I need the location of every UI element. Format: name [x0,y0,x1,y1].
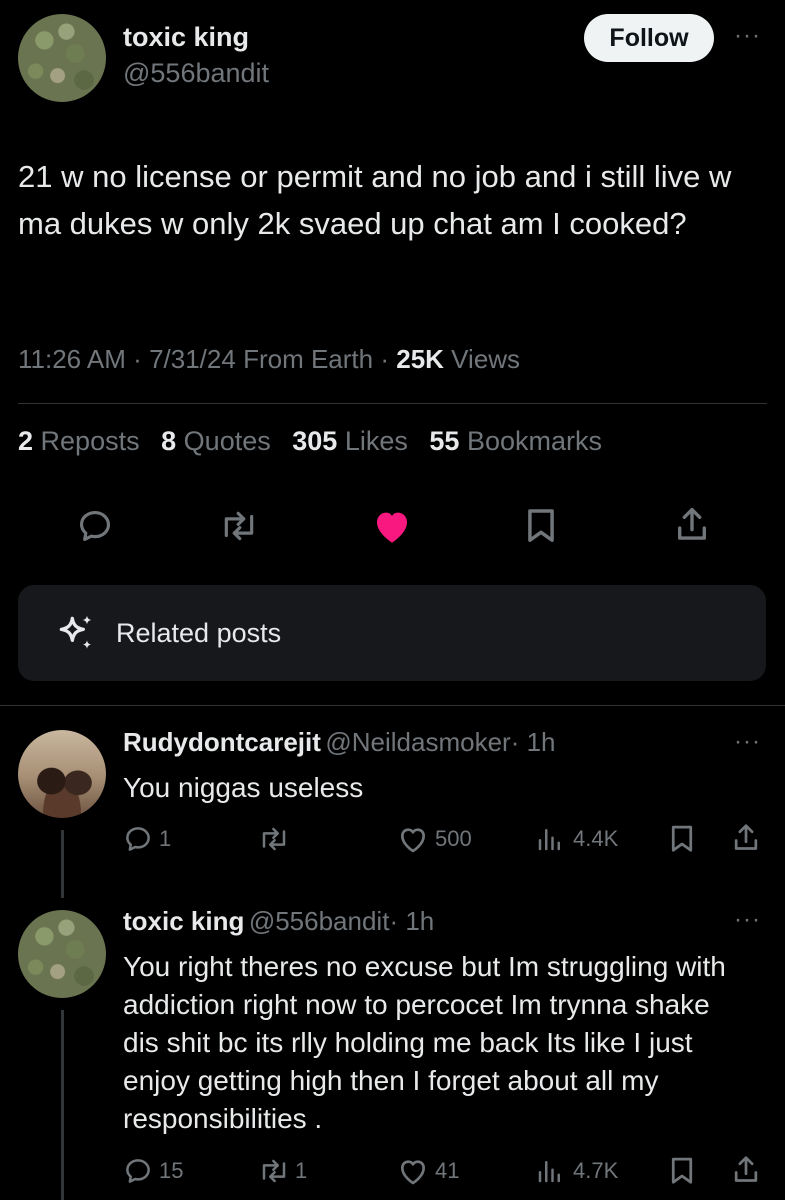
post-stats: 2 Reposts 8 Quotes 305 Likes 55 Bookmark… [18,426,616,457]
reply-more-icon[interactable]: ··· [734,906,761,934]
views-icon[interactable]: 4.7K [535,1156,618,1186]
like-count: 500 [435,826,472,851]
reply-avatar[interactable] [18,730,106,818]
share-icon[interactable] [731,1154,761,1186]
related-posts-label: Related posts [116,618,282,648]
repost-icon[interactable] [218,507,260,545]
reply-avatar[interactable] [18,910,106,998]
likes-stat[interactable]: 305 Likes [292,426,408,456]
like-icon[interactable] [372,507,412,545]
quotes-stat[interactable]: 8 Quotes [161,426,271,456]
like-icon[interactable]: 500 [397,824,472,854]
share-icon[interactable] [731,822,761,854]
reply-icon[interactable] [76,507,114,545]
repost-count: 1 [295,1158,308,1183]
author-handle[interactable]: @556bandit [123,58,269,89]
reply-age: · 1h [510,727,556,757]
reply-header: Rudydontcarejit @Neildasmoker· 1h [123,727,556,758]
reply-author-handle[interactable]: @556bandit [249,906,390,936]
related-posts-card[interactable]: Related posts [18,585,766,681]
bookmark-icon[interactable] [669,824,695,854]
reply-text: You niggas useless [123,772,364,803]
reply-age: · 1h [389,906,435,936]
post-date[interactable]: 7/31/24 [149,344,236,374]
reply-author-name[interactable]: Rudydontcarejit [123,727,321,757]
views-icon[interactable]: 4.4K [535,824,618,854]
reply-author-handle[interactable]: @Neildasmoker [325,727,510,757]
views-count: 4.4K [573,826,619,851]
bookmarks-stat[interactable]: 55 Bookmarks [429,426,602,456]
repost-icon[interactable] [257,824,295,854]
post-text: 21 w no license or permit and no job and… [18,159,732,241]
reposts-stat[interactable]: 2 Reposts [18,426,140,456]
repost-icon[interactable]: 1 [257,1156,307,1186]
like-icon[interactable]: 41 [397,1156,459,1186]
sparkle-icon [54,611,98,655]
thread-line [61,1010,64,1200]
reply-header: toxic king @556bandit· 1h [123,906,434,937]
bookmark-icon[interactable] [669,1156,695,1186]
section-divider [0,705,785,706]
reply-author-name[interactable]: toxic king [123,906,244,936]
follow-button[interactable]: Follow [584,14,714,62]
author-avatar[interactable] [18,14,106,102]
thread-line [61,830,64,898]
divider [18,403,767,404]
views-count: 4.7K [573,1158,619,1183]
more-options-icon[interactable]: ··· [734,22,761,50]
reply-count: 1 [159,826,172,851]
reply-count: 15 [159,1158,184,1183]
reply-icon[interactable]: 1 [123,824,171,854]
views-count: 25K [396,344,444,374]
reply-text: You right theres no excuse but Im strugg… [123,951,726,1134]
like-count: 41 [435,1158,460,1183]
views-label: Views [451,344,521,374]
post-time[interactable]: 11:26 AM [18,344,126,374]
author-name[interactable]: toxic king [123,22,249,53]
reply-more-icon[interactable]: ··· [734,728,761,756]
share-icon[interactable] [673,505,711,545]
post-meta: 11:26 AM · 7/31/24 From Earth · 25K View… [18,344,521,374]
reply-icon[interactable]: 15 [123,1156,183,1186]
bookmark-icon[interactable] [525,507,557,545]
post-source: From Earth [243,344,374,374]
